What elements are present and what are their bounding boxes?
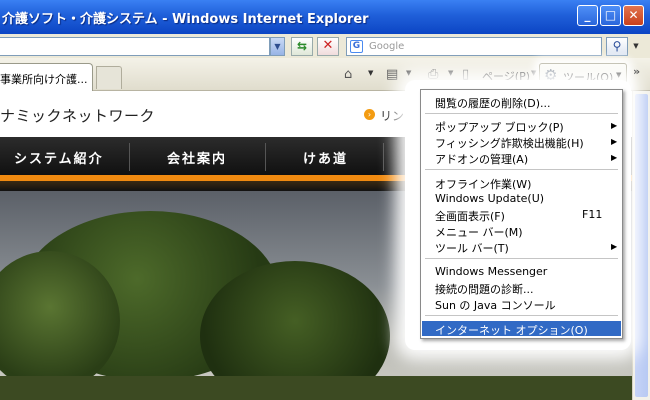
close-button[interactable]: ✕ <box>623 5 644 26</box>
tab-current[interactable]: 事業所向け介護... <box>0 63 93 91</box>
menu-item-windows-update[interactable]: Windows Update(U) <box>422 191 621 206</box>
search-provider-icon: G <box>350 40 363 53</box>
arrow-bullet-icon: › <box>364 109 375 120</box>
menu-item-toolbars[interactable]: ツール バー(T) ▶ <box>422 239 621 255</box>
nav-divider <box>265 143 266 171</box>
menu-item-work-offline[interactable]: オフライン作業(W) <box>422 175 621 191</box>
search-options-dropdown-icon[interactable]: ▼ <box>630 37 642 56</box>
stop-button[interactable]: ✕ <box>317 37 339 56</box>
menu-item-label: 閲覧の履歴の削除(D)... <box>435 97 551 110</box>
menu-item-label: Sun の Java コンソール <box>435 299 556 312</box>
menu-item-label: フィッシング詐欺検出機能(H) <box>435 137 584 150</box>
address-input[interactable] <box>0 37 270 56</box>
nav-company-info[interactable]: 会社案内 <box>167 148 227 167</box>
submenu-arrow-icon: ▶ <box>611 121 618 130</box>
menu-item-shortcut: F11 <box>582 208 603 221</box>
search-placeholder: Google <box>369 41 405 52</box>
menu-item-popup-blocker[interactable]: ポップアップ ブロック(P) ▶ <box>422 118 621 134</box>
home-icon[interactable]: ⌂ <box>344 67 352 82</box>
feeds-dropdown-icon[interactable]: ▼ <box>406 69 411 77</box>
menu-item-label: 全画面表示(F) <box>435 210 505 223</box>
tab-label: 事業所向け介護... <box>0 73 88 86</box>
menu-separator <box>425 169 618 170</box>
menu-separator <box>425 113 618 114</box>
new-tab-button[interactable] <box>96 66 122 89</box>
menu-item-label: オフライン作業(W) <box>435 178 532 191</box>
menu-item-label: インターネット オプション(O) <box>435 324 588 337</box>
submenu-arrow-icon: ▶ <box>611 242 618 251</box>
menu-item-java-console[interactable]: Sun の Java コンソール <box>422 296 621 312</box>
home-dropdown-icon[interactable]: ▼ <box>368 69 373 77</box>
vertical-scrollbar[interactable] <box>632 91 650 400</box>
search-button[interactable]: ⚲ <box>606 37 628 56</box>
nav-divider <box>383 143 384 171</box>
menu-item-delete-history[interactable]: 閲覧の履歴の削除(D)... <box>422 94 621 110</box>
ground <box>0 376 632 400</box>
menu-item-label: 接続の問題の診断... <box>435 283 534 296</box>
menu-item-windows-messenger[interactable]: Windows Messenger <box>422 264 621 279</box>
feeds-icon[interactable]: ▤ <box>386 67 398 82</box>
maximize-button[interactable]: □ <box>600 5 621 26</box>
nav-divider <box>129 143 130 171</box>
menu-item-phishing-filter[interactable]: フィッシング詐欺検出機能(H) ▶ <box>422 134 621 150</box>
submenu-arrow-icon: ▶ <box>611 137 618 146</box>
menu-separator <box>425 315 618 316</box>
toolbar-overflow-icon[interactable]: » <box>633 65 640 78</box>
menu-item-label: アドオンの管理(A) <box>435 153 529 166</box>
refresh-button[interactable]: ⇆ <box>291 37 313 56</box>
menu-item-label: ポップアップ ブロック(P) <box>435 121 564 134</box>
print-dropdown-icon[interactable]: ▼ <box>448 69 453 77</box>
menu-item-label: Windows Update(U) <box>435 192 545 205</box>
address-bar-row: ▼ ⇆ ✕ G Google ⚲ ▼ <box>0 34 650 58</box>
menu-item-diagnose-connection[interactable]: 接続の問題の診断... <box>422 280 621 296</box>
site-logo[interactable]: ナミックネットワーク <box>0 105 155 126</box>
menu-item-manage-addons[interactable]: アドオンの管理(A) ▶ <box>422 150 621 166</box>
scrollbar-thumb[interactable] <box>635 94 648 397</box>
search-input[interactable]: G Google <box>346 37 602 56</box>
menu-item-label: Windows Messenger <box>435 265 548 278</box>
page-dropdown-icon[interactable]: ▼ <box>531 69 536 77</box>
submenu-arrow-icon: ▶ <box>611 153 618 162</box>
menu-item-menu-bar[interactable]: メニュー バー(M) <box>422 223 621 239</box>
menu-item-label: メニュー バー(M) <box>435 226 523 239</box>
menu-item-label: ツール バー(T) <box>435 242 509 255</box>
window-title: 介護ソフト・介護システム - Windows Internet Explorer <box>2 12 369 27</box>
tools-menu: 閲覧の履歴の削除(D)... ポップアップ ブロック(P) ▶ フィッシング詐欺… <box>420 89 623 339</box>
menu-item-internet-options[interactable]: インターネット オプション(O) <box>422 321 621 337</box>
menu-item-full-screen[interactable]: 全画面表示(F) F11 <box>422 207 621 223</box>
tools-dropdown-icon: ▼ <box>616 71 622 79</box>
nav-system-intro[interactable]: システム紹介 <box>14 148 104 167</box>
address-dropdown-icon[interactable]: ▼ <box>270 37 285 56</box>
minimize-button[interactable]: _ <box>577 5 598 26</box>
title-bar: 介護ソフト・介護システム - Windows Internet Explorer… <box>0 0 650 34</box>
menu-separator <box>425 258 618 259</box>
nav-keado[interactable]: けあ道 <box>303 148 348 167</box>
